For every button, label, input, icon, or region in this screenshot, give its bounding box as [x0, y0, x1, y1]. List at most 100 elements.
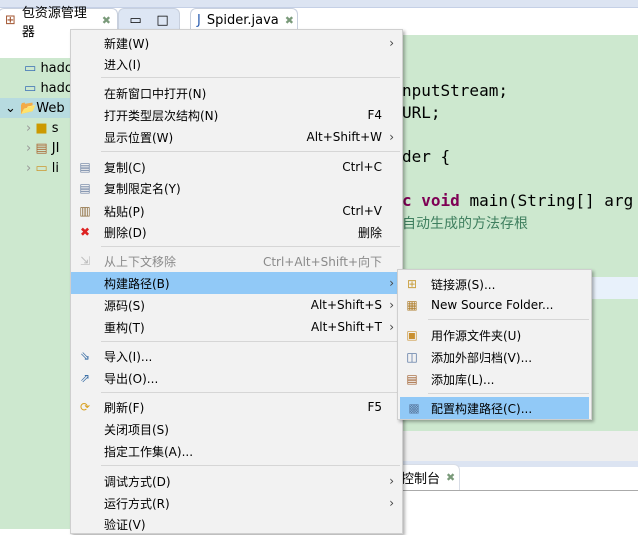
- menu-item-assign-working-sets[interactable]: 指定工作集(A)...: [71, 440, 402, 462]
- tree-label: Web: [36, 100, 65, 116]
- label: 添加外部归档(V)...: [431, 350, 533, 365]
- label: 在新窗口中打开(N): [104, 86, 207, 101]
- label: 打开类型层次结构(N): [104, 108, 219, 123]
- tab-label: 控制台: [401, 472, 441, 487]
- label: 链接源(S)...: [431, 277, 496, 292]
- separator: [101, 77, 400, 78]
- close-icon[interactable]: ✖: [446, 471, 455, 484]
- label: New Source Folder...: [431, 298, 554, 312]
- jar-icon: ◫: [406, 350, 418, 364]
- menu-item-copy-qualified-name[interactable]: ▤ 复制限定名(Y): [71, 177, 402, 199]
- menu-item-open-type-hierarchy[interactable]: 打开类型层次结构(N) F4: [71, 104, 402, 126]
- label: 用作源文件夹(U): [431, 328, 522, 343]
- library-icon: ▤: [35, 140, 48, 156]
- paste-icon: ▥: [79, 204, 91, 218]
- menu-item-close-project[interactable]: 关闭项目(S): [71, 418, 402, 440]
- tree-label: s: [51, 120, 59, 136]
- shortcut: 删除: [357, 225, 382, 240]
- menu-item-new[interactable]: 新建(W) ›: [71, 32, 402, 54]
- folder-icon: ▭: [35, 160, 48, 176]
- library-icon: ▤: [406, 372, 418, 386]
- copy-qualified-icon: ▤: [79, 181, 91, 195]
- build-path-submenu: ⊞ 链接源(S)... ▦ New Source Folder... ▣ 用作源文件夹…: [397, 269, 592, 420]
- source-folder-icon: ■: [35, 120, 48, 136]
- tree-item[interactable]: › ■ s: [0, 118, 70, 138]
- label: 复制限定名(Y): [104, 181, 181, 196]
- menu-item-refactor[interactable]: 重构(T) Alt+Shift+T ›: [71, 316, 402, 338]
- menu-item-show-in[interactable]: 显示位置(W) Alt+Shift+W ›: [71, 126, 402, 148]
- label: 新建(W): [104, 36, 150, 51]
- export-icon: ⇗: [79, 371, 91, 385]
- chevron-down-icon[interactable]: ⌄: [5, 101, 16, 116]
- menu-item-run-as[interactable]: 运行方式(R) ›: [71, 492, 402, 514]
- menu-item-copy[interactable]: ▤ 复制(C) Ctrl+C: [71, 156, 402, 178]
- menu-item-import[interactable]: ⇘ 导入(I)...: [71, 345, 402, 367]
- tree-label: hado: [40, 60, 70, 76]
- refresh-icon: ⟳: [79, 400, 91, 414]
- shortcut: Alt+Shift+S: [310, 298, 382, 312]
- menu-item-delete[interactable]: ✖ 删除(D) 删除: [71, 221, 402, 243]
- label: 调试方式(D): [104, 474, 171, 489]
- tab-label: Spider.java: [206, 13, 279, 28]
- separator: [428, 393, 589, 394]
- shortcut: F5: [367, 400, 382, 414]
- menu-item-debug-as[interactable]: 调试方式(D) ›: [71, 470, 402, 492]
- chevron-right-icon[interactable]: ›: [26, 141, 31, 156]
- close-icon[interactable]: ✖: [102, 14, 111, 27]
- tab-console[interactable]: 控制台 ✖: [398, 464, 460, 490]
- menu-item-paste[interactable]: ▥ 粘贴(P) Ctrl+V: [71, 200, 402, 222]
- label: 添加库(L)...: [431, 372, 495, 387]
- chevron-right-icon[interactable]: ›: [26, 161, 31, 176]
- menu-item-remove-from-context[interactable]: ⇲ 从上下文移除 Ctrl+Alt+Shift+向下: [71, 250, 402, 272]
- link-source-icon: ⊞: [406, 277, 418, 291]
- submenu-item-add-libraries[interactable]: ▤ 添加库(L)...: [398, 368, 591, 390]
- chevron-right-icon: ›: [389, 474, 394, 488]
- label: 删除(D): [104, 225, 147, 240]
- menu-item-go-into[interactable]: 进入(I): [71, 53, 402, 75]
- tree-label: hado: [40, 80, 70, 96]
- submenu-item-add-external-archives[interactable]: ◫ 添加外部归档(V)...: [398, 346, 591, 368]
- shortcut: Ctrl+C: [342, 160, 382, 174]
- label: 从上下文移除: [104, 254, 177, 269]
- java-file-icon: J: [197, 13, 201, 28]
- tree-item[interactable]: › ▤ JI: [0, 138, 70, 158]
- copy-icon: ▤: [79, 160, 91, 174]
- tree-label: JI: [51, 140, 60, 156]
- close-icon[interactable]: ✖: [285, 14, 294, 27]
- chevron-right-icon: ›: [389, 130, 394, 144]
- separator: [101, 246, 400, 247]
- menu-item-source[interactable]: 源码(S) Alt+Shift+S ›: [71, 294, 402, 316]
- chevron-right-icon[interactable]: ›: [26, 121, 31, 136]
- menu-item-refresh[interactable]: ⟳ 刷新(F) F5: [71, 396, 402, 418]
- tree-item[interactable]: ▭ hado: [0, 58, 70, 78]
- tree-item[interactable]: ▭ hado: [0, 78, 70, 98]
- label: 验证(V): [104, 517, 146, 532]
- context-menu: 新建(W) › 进入(I) 在新窗口中打开(N) 打开类型层次结构(N) F4 显示…: [70, 29, 403, 534]
- minimize-icon[interactable]: ▭: [129, 13, 141, 28]
- label: 显示位置(W): [104, 130, 174, 145]
- menu-item-validate[interactable]: 验证(V): [71, 513, 402, 535]
- shortcut: F4: [367, 108, 382, 122]
- code-line: URL;: [402, 103, 441, 122]
- tree-item[interactable]: › ▭ li: [0, 158, 70, 178]
- panel-separator: [402, 431, 638, 461]
- submenu-item-new-source-folder[interactable]: ▦ New Source Folder...: [398, 294, 591, 316]
- submenu-item-use-as-source-folder[interactable]: ▣ 用作源文件夹(U): [398, 324, 591, 346]
- menu-item-export[interactable]: ⇗ 导出(O)...: [71, 367, 402, 389]
- chevron-right-icon: ›: [389, 298, 394, 312]
- divider: [402, 490, 638, 491]
- maximize-icon[interactable]: □: [156, 13, 168, 28]
- code-line: nputStream;: [402, 81, 508, 100]
- code-text: main(String[] arg: [459, 191, 634, 210]
- submenu-item-link-source[interactable]: ⊞ 链接源(S)...: [398, 273, 591, 295]
- code-comment: 自动生成的方法存根: [402, 216, 528, 232]
- menu-item-build-path[interactable]: 构建路径(B) ›: [71, 272, 402, 294]
- submenu-item-configure-build-path[interactable]: ▩ 配置构建路径(C)...: [400, 397, 589, 419]
- shortcut: Ctrl+Alt+Shift+向下: [262, 254, 382, 269]
- project-icon: ▭: [24, 60, 37, 76]
- separator: [101, 341, 400, 342]
- tree-item-selected[interactable]: ⌄ 📂 Web: [0, 98, 70, 118]
- project-icon: ▭: [24, 80, 37, 96]
- menu-item-open-new-window[interactable]: 在新窗口中打开(N): [71, 82, 402, 104]
- label: 导入(I)...: [104, 349, 153, 364]
